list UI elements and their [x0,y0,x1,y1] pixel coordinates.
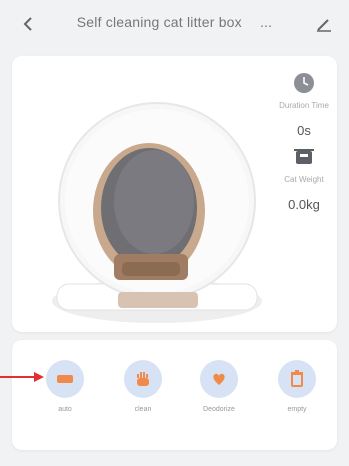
deodorize-label: Deodorize [203,406,235,413]
weight-value: 0.0kg [288,197,320,212]
clean-icon-circle [124,360,162,398]
duration-value: 0s [297,123,311,138]
auto-label: auto [58,406,72,413]
more-text: ... [259,14,273,30]
auto-button[interactable]: auto [30,360,100,413]
stats-column: Duration Time 0s Cat Weight 0.0kg [267,72,341,212]
auto-icon-circle [46,360,84,398]
clean-label: clean [134,406,152,413]
actions-card: auto clean Deodorize empty [12,340,337,450]
top-bar: Self cleaning cat litter box ... [0,0,349,48]
scale-icon [294,149,314,164]
pencil-icon [317,19,331,32]
auto-icon [57,375,73,383]
empty-button[interactable]: empty [262,360,332,413]
trash-icon [291,370,303,387]
clean-button[interactable]: clean [108,360,178,413]
hand-icon [137,372,149,386]
actions-row: auto clean Deodorize empty [12,360,337,430]
deodorize-button[interactable]: Deodorize [184,360,254,413]
litter-box-image [52,102,262,323]
annotation-arrow-icon [0,372,44,382]
weight-label: Cat Weight [284,175,324,184]
empty-label: empty [287,406,307,413]
deodorize-icon-circle [200,360,238,398]
heart-hand-icon [213,373,225,385]
page-title: Self cleaning cat litter box ... [76,14,273,30]
clock-icon [294,73,314,93]
empty-icon-circle [278,360,316,398]
duration-label: Duration Time [279,101,329,110]
edit-button[interactable] [315,15,333,33]
device-card: Duration Time 0s Cat Weight 0.0kg [12,56,337,332]
